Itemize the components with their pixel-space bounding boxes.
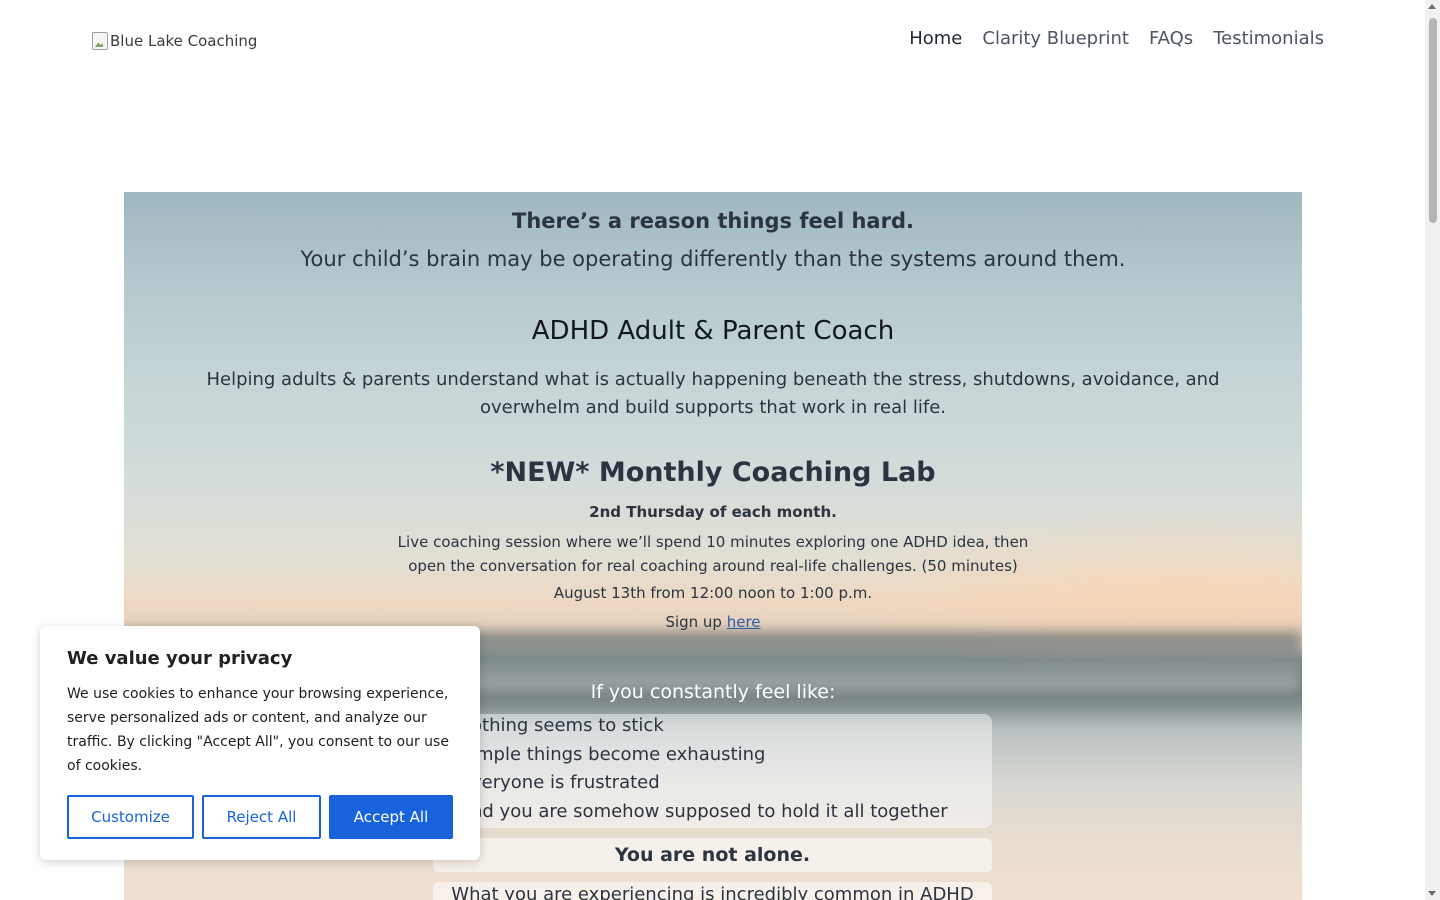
lab-title: *NEW* Monthly Coaching Lab (490, 457, 936, 488)
hero-headline: There’s a reason things feel hard. (512, 209, 914, 233)
site-logo[interactable]: Blue Lake Coaching (92, 32, 257, 50)
not-alone-text: You are not alone. (433, 838, 992, 872)
lab-schedule: 2nd Thursday of each month. (589, 503, 837, 521)
cookie-body: We use cookies to enhance your browsing … (67, 686, 449, 774)
cookie-banner: We value your privacy We use cookies to … (40, 626, 480, 860)
list-item: othing seems to stick (471, 715, 664, 736)
nav-testimonials[interactable]: Testimonials (1213, 28, 1324, 49)
role-title: ADHD Adult & Parent Coach (531, 316, 895, 346)
cookie-title: We value your privacy (67, 648, 293, 669)
page-scrollbar[interactable] (1425, 0, 1440, 900)
customize-button[interactable]: Customize (67, 795, 194, 839)
logo-alt-text: Blue Lake Coaching (110, 32, 258, 50)
broken-image-icon (92, 32, 108, 50)
main-nav: Home Clarity Blueprint FAQs Testimonials (909, 28, 1324, 49)
reject-all-button[interactable]: Reject All (202, 795, 321, 839)
nav-faqs[interactable]: FAQs (1149, 28, 1193, 49)
hero-description: Helping adults & parents understand what… (206, 369, 1220, 418)
hero-subheadline: Your child’s brain may be operating diff… (300, 247, 1126, 271)
feel-list: othing seems to stick imple things becom… (433, 714, 992, 828)
list-item: veryone is frustrated (471, 772, 660, 793)
accept-all-button[interactable]: Accept All (329, 795, 453, 839)
lab-description: Live coaching session where we’ll spend … (397, 533, 1029, 575)
list-item: nd you are somehow supposed to hold it a… (471, 801, 948, 822)
scroll-thumb[interactable] (1429, 18, 1437, 223)
scroll-down-icon[interactable] (1428, 891, 1436, 896)
signup-link[interactable]: here (727, 613, 761, 631)
nav-home[interactable]: Home (909, 28, 962, 49)
signup-prefix: Sign up (665, 613, 727, 631)
nav-clarity-blueprint[interactable]: Clarity Blueprint (982, 28, 1129, 49)
list-item: imple things become exhausting (471, 744, 766, 765)
scroll-up-icon[interactable] (1428, 4, 1436, 9)
lab-date: August 13th from 12:00 noon to 1:00 p.m. (553, 584, 873, 602)
common-text: What you are experiencing is incredibly … (433, 882, 992, 900)
